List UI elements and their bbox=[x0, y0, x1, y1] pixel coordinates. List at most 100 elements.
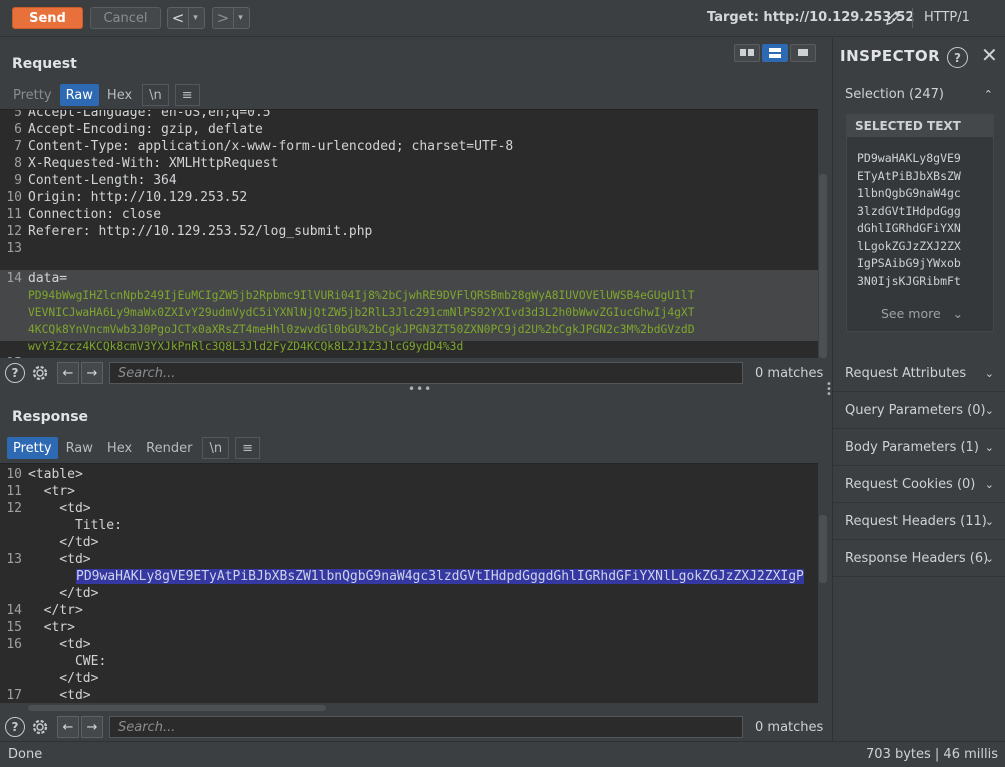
inspector-section-label: Request Cookies (0) bbox=[845, 476, 976, 492]
response-line: <td> bbox=[28, 552, 91, 567]
forward-button[interactable]: > ▾ bbox=[212, 7, 250, 29]
status-bar: Done 703 bytes | 46 millis bbox=[0, 741, 1005, 767]
chevron-up-icon[interactable]: ⌃ bbox=[984, 88, 993, 101]
settings-gear-icon[interactable] bbox=[29, 362, 51, 384]
help-icon[interactable]: ? bbox=[5, 717, 25, 737]
response-horizontal-scrollbar[interactable] bbox=[28, 705, 326, 711]
see-more-button[interactable]: See more ⌄ bbox=[881, 306, 963, 321]
search-prev-button[interactable]: ← bbox=[57, 716, 79, 738]
chevron-right-icon: > bbox=[216, 9, 230, 27]
request-editor[interactable]: 5 Accept-Language: en-US,en;q=0.5 6 Accept-… bbox=[0, 109, 818, 358]
inspector-section-2[interactable]: Body Parameters (1) ⌄ bbox=[833, 429, 1005, 466]
data-param-value-line: PD94bWwgIHZlcnNpb249IjEuMCIgZW5jb2Rpbmc9… bbox=[28, 289, 695, 302]
response-line: </td> bbox=[28, 586, 99, 601]
toolbar: Send Cancel < ▾ > ▾ Target: http://10.12… bbox=[0, 0, 1005, 37]
columns-icon bbox=[740, 49, 754, 56]
data-param-value-line: VEVNICJwaHA6Ly9maWx0ZXIvY29udmVydC5iYXNl… bbox=[28, 306, 695, 319]
line-number: 13 bbox=[6, 241, 22, 256]
selected-text-line: PD9waHAKLy8gVE9 bbox=[857, 151, 961, 165]
inspector-section-label: Request Headers (11) bbox=[845, 513, 987, 529]
line-number: 14 bbox=[6, 603, 22, 618]
request-line: Accept-Encoding: gzip, deflate bbox=[28, 122, 263, 137]
response-line: <tr> bbox=[28, 484, 75, 499]
selected-text-line: ETyAtPiBJbXBsZW bbox=[857, 168, 961, 183]
inspector-title: INSPECTOR bbox=[840, 47, 941, 65]
response-size-timing: 703 bytes | 46 millis bbox=[866, 747, 998, 762]
help-icon[interactable]: ? bbox=[5, 363, 25, 383]
selected-text-line: dGhlIGRhdGFiYXN bbox=[857, 221, 961, 235]
response-line: <tr> bbox=[28, 620, 75, 635]
response-line: </tr> bbox=[28, 603, 83, 618]
request-line: Accept-Language: en-US,en;q=0.5 bbox=[28, 109, 271, 120]
protocol-selector[interactable]: HTTP/1 bbox=[924, 10, 970, 25]
tab-pretty[interactable]: Pretty bbox=[7, 437, 58, 459]
request-scrollbar[interactable] bbox=[819, 174, 827, 358]
response-line: </td> bbox=[28, 535, 99, 550]
settings-gear-icon[interactable] bbox=[29, 716, 51, 738]
inspector-section-4[interactable]: Request Headers (11) ⌄ bbox=[833, 503, 1005, 540]
back-button[interactable]: < ▾ bbox=[167, 7, 205, 29]
layout-stacked-button[interactable] bbox=[762, 44, 788, 62]
response-panel: Response Pretty Raw Hex Render \n ≡ 10 <t… bbox=[0, 395, 830, 741]
data-param-value-line: 4KCQk8YnVncmVwb3J0PgoJCTx0aXRsZT4meHhl0z… bbox=[28, 323, 695, 336]
response-view-tabs: Pretty Raw Hex Render \n ≡ bbox=[7, 437, 262, 459]
response-menu-icon[interactable]: ≡ bbox=[235, 437, 260, 459]
response-scrollbar[interactable] bbox=[819, 515, 827, 583]
request-line: Content-Length: 364 bbox=[28, 173, 177, 188]
selected-text-line: lLgokZGJzZXJ2ZX bbox=[857, 238, 961, 253]
send-button[interactable]: Send bbox=[12, 7, 83, 29]
inspector-section-1[interactable]: Query Parameters (0) ⌄ bbox=[833, 392, 1005, 429]
inspector-section-label: Response Headers (6) bbox=[845, 550, 989, 566]
tab-raw[interactable]: Raw bbox=[59, 84, 99, 106]
search-next-button[interactable]: → bbox=[81, 716, 103, 738]
tab-pretty[interactable]: Pretty bbox=[7, 84, 58, 106]
request-search-input[interactable]: Search... bbox=[109, 362, 743, 384]
chevron-down-icon: ⌄ bbox=[984, 440, 994, 454]
tab-raw[interactable]: Raw bbox=[60, 437, 99, 459]
inspector-section-0[interactable]: Request Attributes ⌄ bbox=[833, 355, 1005, 392]
line-number: 16 bbox=[6, 637, 22, 652]
back-dropdown-icon[interactable]: ▾ bbox=[188, 8, 202, 28]
search-next-button[interactable]: → bbox=[81, 362, 103, 384]
line-number: 8 bbox=[14, 156, 22, 171]
chevron-down-icon: ⌄ bbox=[984, 477, 994, 491]
tab-render[interactable]: Render bbox=[140, 437, 198, 459]
chevron-down-icon: ⌄ bbox=[984, 551, 994, 565]
tab-hex[interactable]: Hex bbox=[101, 84, 138, 106]
highlighted-selection: PD9waHAKLy8gVE9ETyAtPiBJbXBsZW1lbnQgbG9n… bbox=[76, 569, 804, 584]
selected-text-box: SELECTED TEXT PD9waHAKLy8gVE9 ETyAtPiBJbX… bbox=[846, 114, 994, 332]
request-menu-icon[interactable]: ≡ bbox=[174, 84, 200, 106]
edit-target-pencil-icon[interactable] bbox=[884, 9, 902, 27]
tab-hex[interactable]: Hex bbox=[101, 437, 138, 459]
inspector-section-5[interactable]: Response Headers (6) ⌄ bbox=[833, 540, 1005, 577]
inspector-section-3[interactable]: Request Cookies (0) ⌄ bbox=[833, 466, 1005, 503]
tab-newline-toggle[interactable]: \n bbox=[142, 84, 169, 106]
line-number: 10 bbox=[6, 190, 22, 205]
cancel-button[interactable]: Cancel bbox=[90, 7, 161, 29]
response-line: </td> bbox=[28, 671, 99, 686]
layout-side-by-side-button[interactable] bbox=[734, 44, 760, 62]
response-search-input[interactable]: Search... bbox=[109, 716, 743, 738]
response-title: Response bbox=[12, 409, 89, 425]
response-editor[interactable]: 10 <table> 11 <tr> 12 <td> Title: </td> 13 <… bbox=[0, 463, 818, 703]
request-view-tabs: Pretty Raw Hex \n ≡ bbox=[7, 84, 202, 106]
chevron-down-icon: ⌄ bbox=[984, 514, 994, 528]
request-panel: Request Pretty Raw Hex \n ≡ 5 Accept-Lang… bbox=[0, 38, 830, 390]
selection-header[interactable]: Selection (247) bbox=[845, 87, 944, 102]
pane-splitter-handle[interactable]: ••• bbox=[408, 382, 432, 396]
line-number: 6 bbox=[14, 122, 22, 137]
close-icon[interactable]: ✕ bbox=[981, 43, 998, 67]
selected-text-line: 1lbnQgbG9naW4gc bbox=[857, 186, 961, 200]
layout-tabs-button[interactable] bbox=[790, 44, 816, 62]
tab-newline-toggle[interactable]: \n bbox=[202, 437, 230, 459]
inspector-section-label: Body Parameters (1) bbox=[845, 439, 979, 455]
search-prev-button[interactable]: ← bbox=[57, 362, 79, 384]
help-icon[interactable]: ? bbox=[947, 47, 968, 68]
forward-dropdown-icon[interactable]: ▾ bbox=[233, 8, 247, 28]
rows-icon bbox=[769, 48, 781, 58]
see-more-label: See more bbox=[881, 306, 941, 321]
toolbar-divider bbox=[912, 8, 913, 28]
response-line: <table> bbox=[28, 467, 83, 482]
response-line: <td> bbox=[28, 637, 91, 652]
request-line: Content-Type: application/x-www-form-url… bbox=[28, 139, 514, 154]
